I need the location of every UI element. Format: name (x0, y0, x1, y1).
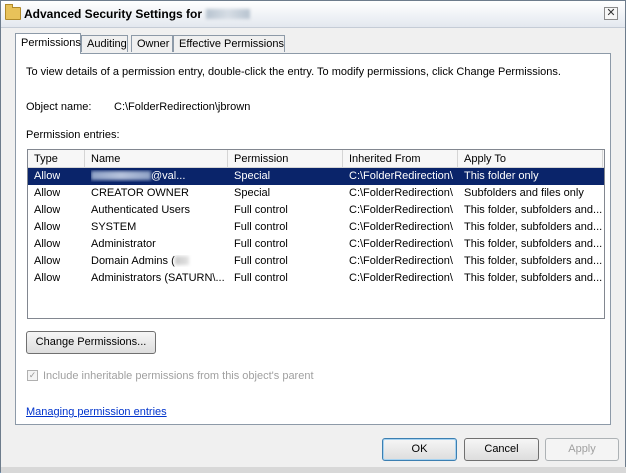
row-inherited-from: C:\FolderRedirection\ (349, 272, 453, 284)
close-icon: ✕ (606, 7, 616, 19)
row-name: Authenticated Users (91, 204, 191, 216)
row-permission: Special (234, 187, 271, 199)
taskbar-strip (1, 467, 626, 473)
row-permission: Full control (234, 238, 288, 250)
managing-permissions-link[interactable]: Managing permission entries (26, 406, 167, 418)
row-apply-to: This folder, subfolders and... (464, 238, 602, 250)
row-type: Allow (34, 204, 61, 216)
row-name: @val... (91, 170, 225, 182)
redacted-domain (174, 256, 189, 265)
row-type: Allow (34, 238, 61, 250)
permission-entries-list[interactable]: Type Name Permission Inherited From Appl… (27, 149, 605, 319)
tab-owner[interactable]: Owner (131, 35, 173, 52)
column-header-permission[interactable]: Permission (228, 150, 343, 167)
row-apply-to: This folder, subfolders and... (464, 272, 602, 284)
apply-button[interactable]: Apply (545, 438, 619, 461)
row-inherited-from: C:\FolderRedirection\ (349, 204, 453, 216)
table-row[interactable]: Allow CREATOR OWNER Special C:\FolderRed… (28, 185, 604, 202)
column-header-inherited-from[interactable]: Inherited From (343, 150, 458, 167)
window-title: Advanced Security Settings for (24, 7, 251, 21)
row-type: Allow (34, 272, 61, 284)
tab-auditing[interactable]: Auditing (81, 35, 128, 52)
inherit-permissions-label: Include inheritable permissions from thi… (43, 370, 314, 382)
column-header-apply-to[interactable]: Apply To (458, 150, 603, 167)
object-name-value: C:\FolderRedirection\jbrown (114, 101, 251, 113)
row-permission: Special (234, 170, 271, 182)
row-name: Administrator (91, 238, 156, 250)
row-name: CREATOR OWNER (91, 187, 189, 199)
row-inherited-from: C:\FolderRedirection\ (349, 238, 453, 250)
row-type: Allow (34, 221, 61, 233)
permission-entries-label: Permission entries: (26, 129, 120, 141)
row-apply-to: This folder, subfolders and... (464, 255, 602, 267)
table-row[interactable]: Allow SYSTEM Full control C:\FolderRedir… (28, 219, 604, 236)
list-header: Type Name Permission Inherited From Appl… (28, 150, 604, 168)
row-name: Administrators (SATURN\... (91, 272, 225, 284)
row-permission: Full control (234, 204, 288, 216)
folder-icon (5, 4, 21, 20)
change-permissions-button[interactable]: Change Permissions... (26, 331, 156, 354)
close-button[interactable]: ✕ (604, 7, 618, 20)
row-apply-to: This folder, subfolders and... (464, 204, 602, 216)
row-permission: Full control (234, 255, 288, 267)
object-name-label: Object name: (26, 101, 92, 113)
row-name: Domain Admins ( (91, 255, 225, 267)
tab-effective-permissions[interactable]: Effective Permissions (173, 35, 285, 52)
redacted-username (206, 9, 251, 19)
table-row[interactable]: Allow @val... Special C:\FolderRedirecti… (28, 168, 604, 185)
row-permission: Full control (234, 221, 288, 233)
row-apply-to: This folder, subfolders and... (464, 221, 602, 233)
table-row[interactable]: Allow Domain Admins ( Full control C:\Fo… (28, 253, 604, 270)
row-inherited-from: C:\FolderRedirection\ (349, 170, 453, 182)
checkmark-icon: ✓ (28, 370, 37, 380)
column-header-name[interactable]: Name (85, 150, 228, 167)
ok-button[interactable]: OK (382, 438, 457, 461)
table-row[interactable]: Allow Authenticated Users Full control C… (28, 202, 604, 219)
row-type: Allow (34, 170, 61, 182)
row-inherited-from: C:\FolderRedirection\ (349, 187, 453, 199)
title-bar[interactable]: Advanced Security Settings for ✕ (1, 1, 625, 28)
row-apply-to: This folder only (464, 170, 539, 182)
tab-permissions[interactable]: Permissions (15, 33, 81, 54)
info-text: To view details of a permission entry, d… (26, 66, 561, 78)
row-type: Allow (34, 187, 61, 199)
row-name: SYSTEM (91, 221, 137, 233)
table-row[interactable]: Allow Administrators (SATURN\... Full co… (28, 270, 604, 287)
advanced-security-dialog: Advanced Security Settings for ✕ Permiss… (0, 0, 626, 473)
inherit-permissions-checkbox[interactable]: ✓ (27, 370, 38, 381)
row-apply-to: Subfolders and files only (464, 187, 584, 199)
row-permission: Full control (234, 272, 288, 284)
row-inherited-from: C:\FolderRedirection\ (349, 255, 453, 267)
cancel-button[interactable]: Cancel (464, 438, 539, 461)
row-type: Allow (34, 255, 61, 267)
table-row[interactable]: Allow Administrator Full control C:\Fold… (28, 236, 604, 253)
row-inherited-from: C:\FolderRedirection\ (349, 221, 453, 233)
redacted-name (91, 171, 151, 180)
column-header-type[interactable]: Type (28, 150, 85, 167)
